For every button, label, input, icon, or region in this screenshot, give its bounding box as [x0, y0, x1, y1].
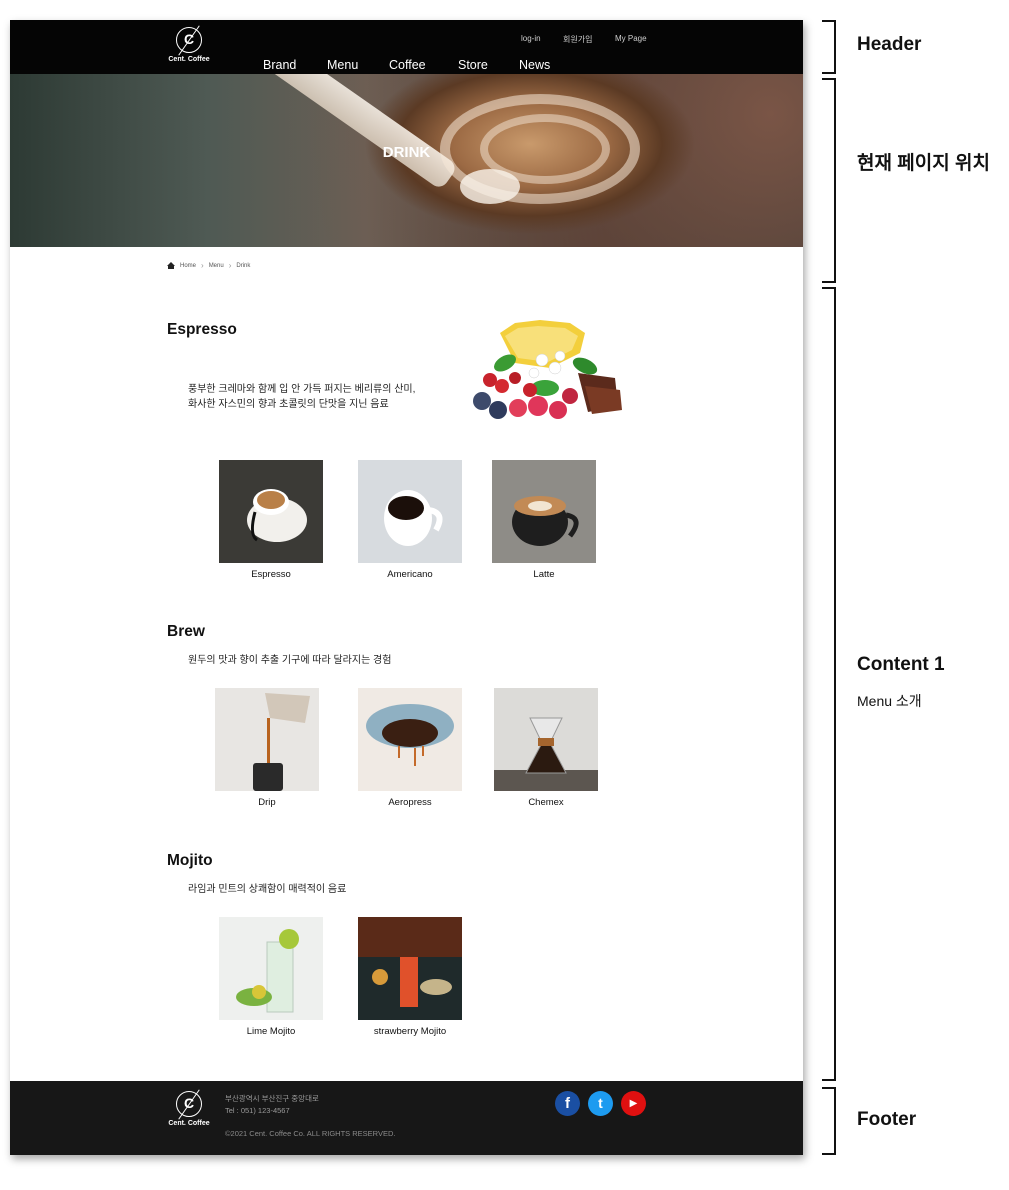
menu-card-label: Lime Mojito [246, 1026, 296, 1037]
chemex-photo [494, 688, 598, 791]
breadcrumb: Home › Menu › Drink [167, 261, 250, 270]
menu-card-americano[interactable]: Americano [358, 460, 462, 580]
signup-link[interactable]: 회원가입 [563, 34, 592, 45]
hero-banner: DRINK [10, 74, 803, 247]
footer-tel: Tel : 051) 123-4567 [225, 1106, 290, 1115]
chevron-right-icon: › [228, 261, 232, 270]
menu-card-strawberry-mojito[interactable]: strawberry Mojito [358, 917, 462, 1037]
content-bracket [822, 287, 836, 1081]
nav-coffee[interactable]: Coffee [389, 58, 426, 72]
site-header: C Cent. Coffee log-in 회원가입 My Page Brand… [10, 20, 803, 74]
desc-line: 라임과 민트의 상쾌함이 매력적이 음료 [188, 884, 347, 895]
logo-mark-icon: C [176, 27, 202, 53]
menu-card-label: Chemex [528, 797, 564, 808]
menu-card-label: Americano [387, 569, 433, 580]
logo-mark-icon: C [176, 1091, 202, 1117]
footer-copyright: ©2021 Cent. Coffee Co. ALL RIGHTS RESERV… [225, 1129, 396, 1138]
page-mockup: C Cent. Coffee log-in 회원가입 My Page Brand… [10, 20, 803, 1155]
logo-text: Cent. Coffee [168, 56, 210, 63]
aeropress-photo [358, 688, 462, 791]
footer-logo[interactable]: C Cent. Coffee [164, 1091, 214, 1135]
footer-contact: 부산광역시 부산진구 중앙대로 Tel : 051) 123-4567 [225, 1093, 319, 1117]
section-desc-brew: 원두의 맛과 향이 추출 기구에 따라 달라지는 경험 [188, 653, 391, 668]
menu-card-label: Aeropress [388, 797, 432, 808]
annotation-footer: Footer [857, 1109, 917, 1130]
milk-pour [252, 74, 459, 191]
menu-card-label: Espresso [251, 569, 291, 580]
login-link[interactable]: log-in [521, 34, 541, 43]
milk-foam [460, 169, 520, 204]
section-title-mojito: Mojito [167, 852, 213, 869]
section-desc-mojito: 라임과 민트의 상쾌함이 매력적이 음료 [188, 882, 346, 897]
twitter-icon[interactable]: t [588, 1091, 613, 1116]
site-footer: C Cent. Coffee 부산광역시 부산진구 중앙대로 Tel : 051… [10, 1081, 803, 1155]
home-icon[interactable] [167, 261, 175, 269]
menu-card-chemex[interactable]: Chemex [494, 688, 598, 808]
footer-bracket [822, 1087, 836, 1155]
breadcrumb-menu[interactable]: Menu [209, 263, 224, 269]
menu-card-label: strawberry Mojito [373, 1026, 447, 1037]
menu-card-label: Latte [533, 569, 555, 580]
annotation-header: Header [857, 34, 922, 55]
youtube-icon[interactable]: ▶ [621, 1091, 646, 1116]
flavor-illustration [473, 320, 622, 419]
chevron-right-icon: › [201, 261, 204, 270]
header-bracket [822, 20, 836, 74]
latte-photo [492, 460, 596, 563]
menu-card-label: Drip [258, 797, 276, 808]
annotation-content-sub: Menu 소개 [857, 693, 922, 709]
desc-line: 화사한 자스민의 향과 초콜릿의 단맛을 지닌 음료 [188, 399, 389, 410]
section-title-espresso: Espresso [167, 321, 237, 338]
logo-text: Cent. Coffee [168, 1120, 210, 1127]
annotation-location: 현재 페이지 위치 [857, 153, 990, 174]
desc-line: 풍부한 크레마와 함께 입 안 가득 퍼지는 베리류의 산미, [188, 384, 416, 395]
espresso-photo [219, 460, 323, 563]
menu-card-aeropress[interactable]: Aeropress [358, 688, 462, 808]
annotation-content: Content 1 [857, 654, 945, 675]
americano-photo [358, 460, 462, 563]
facebook-icon[interactable]: f [555, 1091, 580, 1116]
nav-store[interactable]: Store [458, 58, 488, 72]
hero-title: DRINK [382, 144, 431, 161]
header-logo[interactable]: C Cent. Coffee [164, 27, 214, 71]
nav-brand[interactable]: Brand [263, 58, 296, 72]
berries [473, 372, 578, 419]
drip-photo [215, 688, 319, 791]
section-desc-espresso: 풍부한 크레마와 함께 입 안 가득 퍼지는 베리류의 산미, 화사한 자스민의… [188, 382, 415, 412]
strawberry-mojito-photo [358, 917, 462, 1020]
lime-mojito-photo [219, 917, 323, 1020]
section-title-brew: Brew [167, 623, 205, 640]
nav-menu[interactable]: Menu [327, 58, 358, 72]
location-bracket [822, 78, 836, 283]
nav-news[interactable]: News [519, 58, 550, 72]
menu-card-lime-mojito[interactable]: Lime Mojito [219, 917, 323, 1037]
breadcrumb-drink[interactable]: Drink [236, 263, 250, 269]
mypage-link[interactable]: My Page [615, 34, 647, 43]
menu-card-latte[interactable]: Latte [492, 460, 596, 580]
menu-card-espresso[interactable]: Espresso [219, 460, 323, 580]
breadcrumb-home[interactable]: Home [180, 263, 196, 269]
chocolate-pieces [578, 373, 622, 414]
menu-card-drip[interactable]: Drip [215, 688, 319, 808]
footer-address: 부산광역시 부산진구 중앙대로 [225, 1094, 319, 1103]
desc-line: 원두의 맛과 향이 추출 기구에 따라 달라지는 경험 [188, 655, 392, 666]
